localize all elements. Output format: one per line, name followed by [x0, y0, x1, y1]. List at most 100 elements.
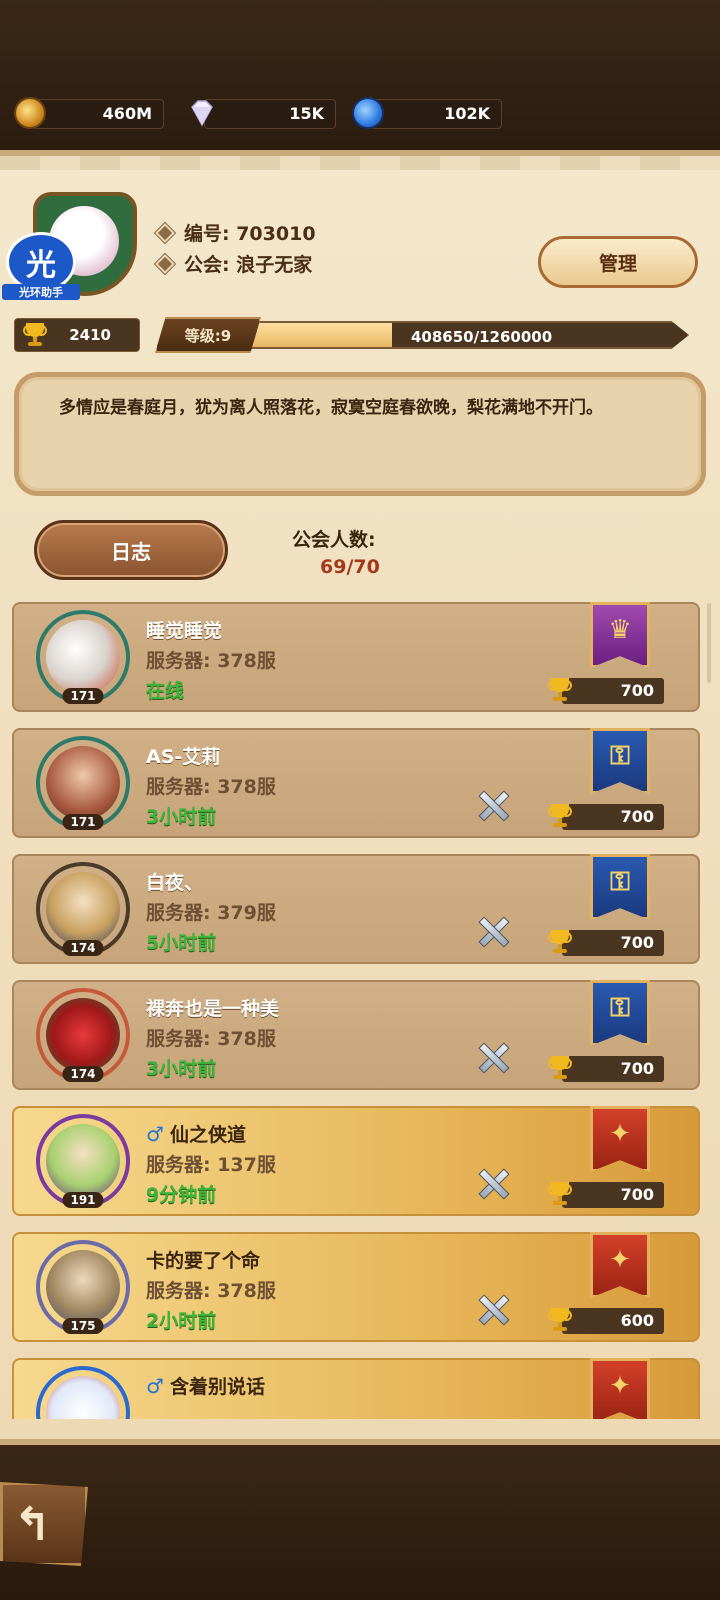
gold-resource[interactable]: 460M	[14, 97, 164, 129]
guild-level-bar: 408650/1260000 等级:9	[155, 317, 695, 355]
member-score: 700	[548, 1054, 664, 1084]
member-score-value: 700	[620, 681, 654, 700]
crossed-swords-icon[interactable]	[474, 1290, 512, 1328]
member-server: 服务器: 378服	[146, 776, 276, 798]
trophy-icon	[23, 323, 47, 347]
member-name-row: ♂ 仙之侠道	[146, 1120, 246, 1147]
member-list[interactable]: 171 睡觉睡觉 服务器: 378服 在线 ♛ 700 171 AS-艾莉 服务…	[12, 602, 700, 1419]
avatar-image	[46, 1124, 120, 1198]
member-row[interactable]: 171 睡觉睡觉 服务器: 378服 在线 ♛ 700	[12, 602, 700, 712]
member-score-value: 700	[620, 1185, 654, 1204]
member-server: 服务器: 137服	[146, 1154, 276, 1176]
list-scrollbar[interactable]	[707, 603, 711, 683]
watermark-logo: 光 光环助手	[2, 232, 80, 302]
avatar-image	[46, 620, 120, 694]
member-server: 服务器: 378服	[146, 650, 276, 672]
member-status: 3小时前	[146, 1058, 217, 1080]
avatar-image	[46, 746, 120, 820]
member-score-value: 700	[620, 1059, 654, 1078]
member-avatar[interactable]: 191	[36, 1114, 130, 1208]
member-row[interactable]: 171 AS-艾莉 服务器: 378服 3小时前 ⚿ 700	[12, 728, 700, 838]
crossed-swords-icon[interactable]	[474, 1164, 512, 1202]
member-name-row: 白夜、	[146, 868, 203, 895]
member-level: 171	[62, 688, 104, 704]
guild-name: 公会: 浪子无家	[184, 254, 313, 276]
crossed-swords-icon[interactable]	[474, 786, 512, 824]
member-name-row: 睡觉睡觉	[146, 616, 222, 643]
diamond-resource[interactable]: 15K	[186, 97, 336, 129]
crossed-swords-icon[interactable]	[474, 1038, 512, 1076]
diamond-value: 15K	[289, 104, 324, 123]
diamond-icon	[191, 100, 213, 127]
back-button[interactable]: ↰	[0, 1482, 88, 1566]
member-avatar[interactable]: 174	[36, 862, 130, 956]
member-status: 2小时前	[146, 1310, 217, 1332]
member-score: 700	[548, 928, 664, 958]
energy-icon	[352, 97, 384, 129]
guild-id-row: 编号: 703010	[157, 219, 316, 246]
role-banner-icon: ✦	[590, 1106, 650, 1172]
member-row[interactable]: ♂ 含着别说话 ✦	[12, 1358, 700, 1419]
member-name-row: 裸奔也是一种美	[146, 994, 279, 1021]
bottom-bar	[0, 1445, 720, 1600]
member-status: 在线	[146, 680, 185, 702]
member-row[interactable]: 174 裸奔也是一种美 服务器: 378服 3小时前 ⚿ 700	[12, 980, 700, 1090]
exp-bar: 408650/1260000	[249, 321, 689, 349]
member-row[interactable]: 175 卡的要了个命 服务器: 378服 2小时前 ✦ 600	[12, 1232, 700, 1342]
member-count: 69/70	[320, 556, 380, 578]
watermark-caption: 光环助手	[2, 284, 80, 300]
back-arrow-icon: ↰	[13, 1497, 52, 1551]
watermark-glyph: 光	[26, 248, 56, 283]
guild-trophy-box: 2410	[14, 318, 140, 352]
member-level: 175	[62, 1318, 104, 1334]
energy-value: 102K	[444, 104, 490, 123]
trophy-icon	[548, 1182, 572, 1206]
log-button[interactable]: 日志	[34, 520, 228, 580]
trophy-icon	[548, 930, 572, 954]
member-server: 服务器: 378服	[146, 1280, 276, 1302]
member-avatar[interactable]: 175	[36, 1240, 130, 1334]
gold-value: 460M	[102, 104, 152, 123]
diamond-bullet-icon	[157, 225, 173, 240]
trophy-icon	[548, 804, 572, 828]
member-score-value: 700	[620, 933, 654, 952]
member-name: 白夜、	[146, 872, 204, 894]
member-row[interactable]: 191 ♂ 仙之侠道 服务器: 137服 9分钟前 ✦ 700	[12, 1106, 700, 1216]
member-name: 仙之侠道	[169, 1124, 246, 1146]
member-score-value: 600	[620, 1311, 654, 1330]
member-count-label: 公会人数:	[292, 529, 376, 551]
guild-notice: 多情应是春庭月，犹为离人照落花，寂寞空庭春欲晚，梨花满地不开门。	[14, 372, 706, 496]
member-status: 3小时前	[146, 806, 217, 828]
role-banner-icon: ⚿	[590, 728, 650, 794]
crossed-swords-icon[interactable]	[474, 912, 512, 950]
member-avatar[interactable]: 171	[36, 736, 130, 830]
avatar-image	[46, 998, 120, 1072]
level-tag: 等级:9	[155, 317, 261, 353]
member-name: 含着别说话	[169, 1376, 265, 1398]
member-name-row: 卡的要了个命	[146, 1246, 260, 1273]
member-name-row: ♂ 含着别说话	[146, 1372, 265, 1399]
role-banner-icon: ✦	[590, 1232, 650, 1298]
male-icon: ♂	[146, 1121, 164, 1146]
manage-button[interactable]: 管理	[538, 236, 698, 288]
avatar-image	[46, 1250, 120, 1324]
trophy-icon	[548, 678, 572, 702]
trophy-icon	[548, 1308, 572, 1332]
guild-trophy-count: 2410	[69, 326, 111, 344]
member-avatar[interactable]: 171	[36, 610, 130, 704]
member-score: 600	[548, 1306, 664, 1336]
avatar-image	[46, 1376, 120, 1419]
trophy-icon	[548, 1056, 572, 1080]
member-server: 服务器: 379服	[146, 902, 276, 924]
energy-resource[interactable]: 102K	[352, 97, 502, 129]
member-avatar[interactable]: 174	[36, 988, 130, 1082]
member-level: 171	[62, 814, 104, 830]
member-avatar[interactable]	[36, 1366, 130, 1419]
diamond-bullet-icon	[157, 256, 173, 271]
member-score-value: 700	[620, 807, 654, 826]
member-name: AS-艾莉	[146, 746, 221, 768]
avatar-image	[46, 872, 120, 946]
member-row[interactable]: 174 白夜、 服务器: 379服 5小时前 ⚿ 700	[12, 854, 700, 964]
member-name: 裸奔也是一种美	[146, 998, 280, 1020]
member-level: 174	[62, 940, 104, 956]
